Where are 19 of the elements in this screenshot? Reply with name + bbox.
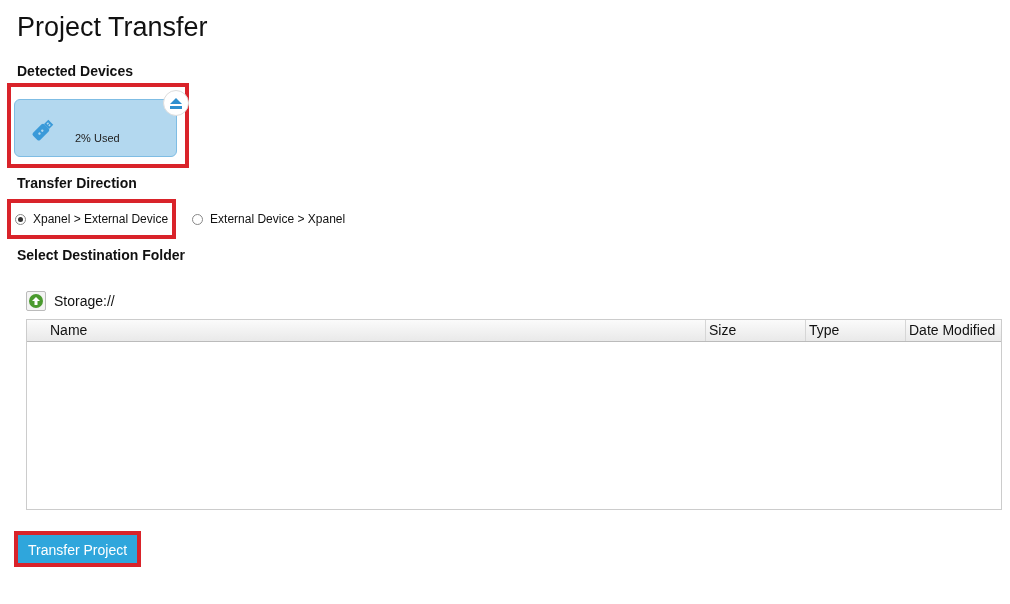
page-title: Project Transfer [17, 12, 209, 43]
radio-icon [15, 213, 26, 225]
section-heading: Detected Devices [17, 63, 134, 79]
usage-label: 2% Used [75, 132, 120, 144]
section-heading: Transfer Direction [17, 175, 138, 191]
radio-option[interactable]: Xpanel > External Device [7, 199, 177, 239]
device-card[interactable]: 2% Used [14, 99, 177, 157]
column-header[interactable]: Type [805, 320, 905, 341]
eject-icon [170, 97, 182, 109]
up-arrow-icon [29, 294, 43, 308]
section-heading: Select Destination Folder [17, 247, 187, 263]
folder-path: Storage:// [54, 293, 115, 309]
radio-option[interactable]: External Device > Xpanel [184, 199, 354, 239]
up-folder-button[interactable] [26, 291, 46, 311]
column-header[interactable]: Date Modified [905, 320, 1001, 341]
column-header[interactable]: Size [705, 320, 805, 341]
eject-button[interactable] [163, 90, 189, 116]
radio-icon [192, 213, 204, 225]
column-header[interactable]: Name [47, 320, 705, 341]
